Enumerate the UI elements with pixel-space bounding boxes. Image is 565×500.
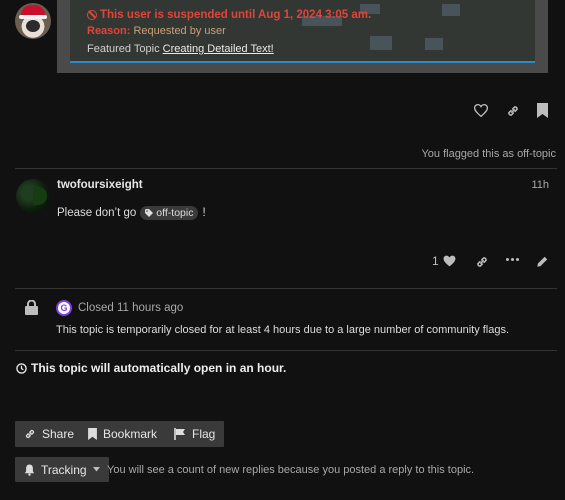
auto-open-notice: This topic will automatically open in an… [16, 361, 286, 375]
closed-status[interactable]: Closed 11 hours ago [78, 302, 183, 314]
more-options-button[interactable] [506, 258, 519, 261]
heart-icon [443, 255, 456, 267]
link-icon [25, 429, 35, 439]
moderator-avatar[interactable]: G [56, 300, 72, 316]
reply-copy-link-button[interactable] [475, 255, 489, 272]
post-time[interactable]: 11h [531, 179, 549, 191]
suspension-notice: This user is suspended until Aug 1, 2024… [87, 9, 371, 21]
link-icon [508, 106, 518, 116]
share-button[interactable]: Share [15, 421, 84, 447]
link-icon [477, 257, 487, 267]
pencil-icon [537, 256, 548, 267]
flagged-note: You flagged this as off-topic [421, 148, 556, 160]
bookmark-icon [537, 103, 548, 118]
flag-icon [174, 428, 185, 440]
tracking-dropdown[interactable]: Tracking [15, 457, 109, 482]
bookmark-post-button[interactable] [537, 103, 548, 121]
featured-topic-link[interactable]: Creating Detailed Text! [163, 43, 274, 55]
embedded-screenshot[interactable]: This user is suspended until Aug 1, 2024… [57, 0, 548, 73]
user-avatar[interactable] [15, 3, 51, 39]
bookmark-button[interactable]: Bookmark [79, 421, 167, 447]
tag-icon [145, 209, 154, 217]
bell-icon [24, 464, 35, 476]
reply-body: Please don’t go off-topic ! [57, 206, 206, 220]
bookmark-icon [88, 428, 97, 440]
clock-icon [16, 362, 27, 374]
off-topic-tag[interactable]: off-topic [140, 206, 199, 220]
lock-icon [25, 299, 38, 318]
edit-button[interactable] [536, 255, 549, 271]
closed-message: This topic is temporarily closed for at … [56, 324, 510, 336]
heart-outline-icon [473, 104, 489, 118]
caret-down-icon [92, 467, 100, 472]
username[interactable]: twofoursixeight [57, 179, 143, 191]
flag-button[interactable]: Flag [165, 421, 225, 447]
twofoursixeight-avatar[interactable] [16, 179, 50, 213]
ellipsis-icon [506, 258, 509, 261]
like-button[interactable] [473, 104, 489, 120]
featured-topic: Featured Topic Creating Detailed Text! [87, 43, 274, 55]
tracking-description: You will see a count of new replies beca… [107, 464, 475, 476]
copy-link-button[interactable] [506, 104, 520, 121]
like-count-button[interactable]: 1 [432, 254, 456, 268]
ban-icon [87, 10, 97, 20]
suspension-reason: Reason: Requested by user [87, 25, 226, 37]
